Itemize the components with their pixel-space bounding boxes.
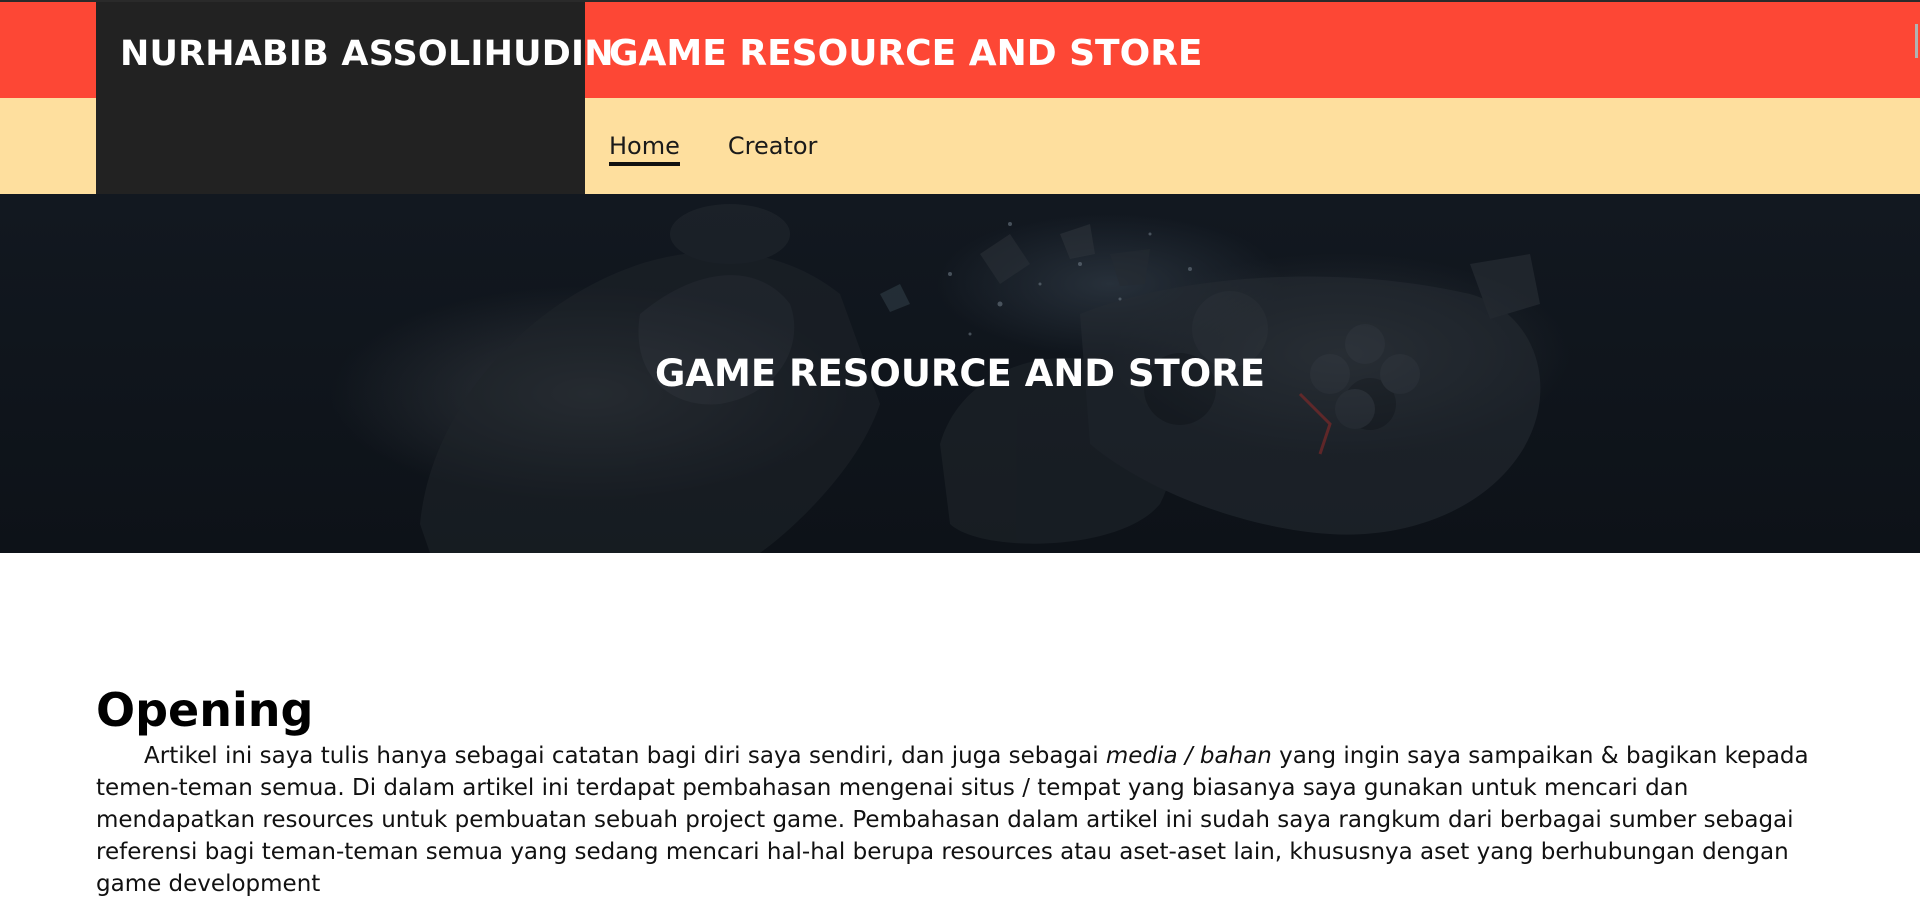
scrollbar-thumb[interactable] [1915,24,1918,58]
nav-link-home[interactable]: Home [609,132,680,166]
nav-link-creator[interactable]: Creator [728,132,818,166]
site-title: GAME RESOURCE AND STORE [609,33,1203,74]
brand-name: NURHABIB ASSOLIHUDIN [120,34,614,74]
site-header: NURHABIB ASSOLIHUDIN GAME RESOURCE AND S… [0,0,1920,194]
hero-title: GAME RESOURCE AND STORE [655,352,1265,395]
article-paragraph: Artikel ini saya tulis hanya sebagai cat… [96,740,1824,900]
article-content: Opening Artikel ini saya tulis hanya seb… [96,684,1824,900]
hero-banner: GAME RESOURCE AND STORE [0,194,1920,553]
brand-box: NURHABIB ASSOLIHUDIN [96,2,614,194]
paragraph-text-start: Artikel ini saya tulis hanya sebagai cat… [144,743,1106,769]
section-heading: Opening [96,683,314,737]
paragraph-emphasis: media / bahan [1105,743,1272,769]
main-nav: Home Creator [609,132,817,166]
